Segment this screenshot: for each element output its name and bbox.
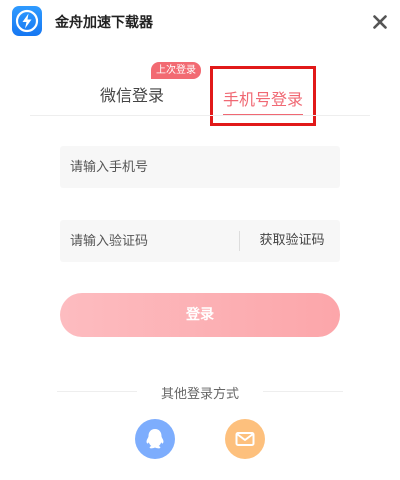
- tab-phone-login-label: 手机号登录: [222, 90, 303, 109]
- qq-login-button[interactable]: [135, 419, 175, 459]
- code-field-divider: [239, 231, 240, 251]
- phone-number-input[interactable]: [60, 146, 340, 188]
- other-login-divider-left: [57, 391, 137, 392]
- login-tabs: 微信登录 上次登录 手机号登录: [0, 54, 400, 126]
- login-button[interactable]: 登录: [60, 293, 340, 337]
- other-login-divider-right: [263, 391, 343, 392]
- get-code-button[interactable]: 获取验证码: [250, 220, 334, 262]
- tab-wechat-login[interactable]: 微信登录: [86, 82, 178, 108]
- verification-code-field: 获取验证码: [60, 220, 340, 262]
- title-bar: 金舟加速下载器: [0, 0, 400, 44]
- other-login-title: 其他登录方式: [160, 387, 239, 402]
- app-title: 金舟加速下载器: [55, 15, 153, 31]
- qq-penguin-icon: [146, 429, 164, 449]
- phone-field: [60, 146, 340, 188]
- close-icon[interactable]: [368, 10, 392, 34]
- mail-icon: [235, 432, 255, 446]
- last-login-badge: 上次登录: [151, 62, 201, 79]
- email-login-button[interactable]: [225, 419, 265, 459]
- tab-phone-login[interactable]: 手机号登录: [210, 66, 316, 126]
- app-logo-lightning-bolt-icon: [12, 6, 42, 36]
- tabs-divider: [30, 115, 370, 116]
- verification-code-input[interactable]: [60, 220, 235, 262]
